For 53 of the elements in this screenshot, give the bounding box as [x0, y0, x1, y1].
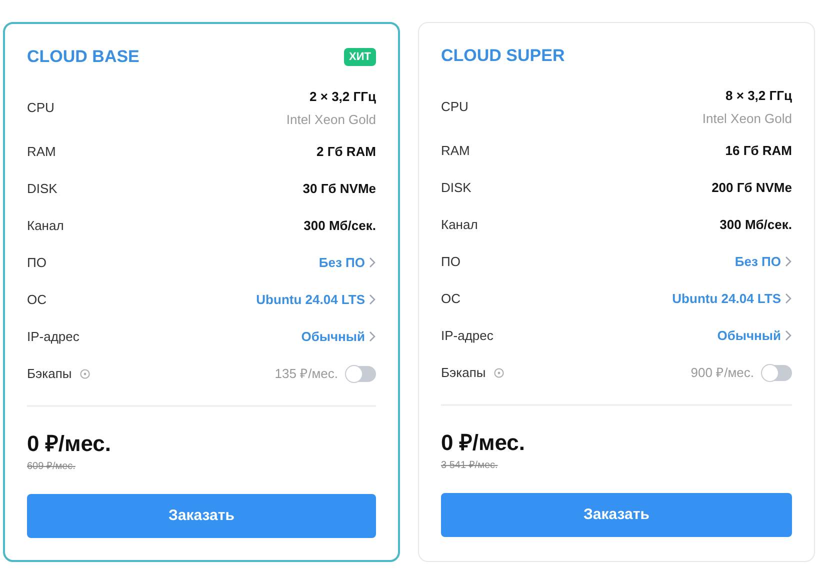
chevron-right-icon	[785, 330, 792, 341]
spec-label: ПО	[441, 252, 460, 271]
chevron-right-icon	[785, 256, 792, 267]
spec-label: Бэкапы	[441, 364, 486, 382]
option-link[interactable]: Ubuntu 24.04 LTS	[672, 288, 792, 308]
order-button[interactable]: Заказать	[27, 494, 376, 538]
spec-label: RAM	[441, 142, 470, 160]
spec-value: 16 Гб RAM	[725, 142, 792, 160]
spec-label: ПО	[27, 254, 46, 272]
chevron-right-icon	[369, 294, 376, 305]
spec-value: 2 Гб RAM	[316, 142, 376, 161]
spec-label: Канал	[27, 216, 64, 235]
spec-label: Бэкапы	[27, 364, 72, 383]
spec-value: 300 Мб/сек.	[304, 216, 376, 235]
plan-title: CLOUD BASE	[27, 46, 140, 68]
price: 0 ₽/мес.	[27, 431, 112, 457]
spec-label: ОС	[441, 290, 460, 308]
chevron-right-icon	[369, 331, 376, 342]
option-link[interactable]: Без ПО	[734, 252, 792, 272]
chevron-right-icon	[369, 257, 376, 268]
spec-note: Intel Xeon Gold	[702, 110, 792, 128]
spec-value: 8 × 3,2 ГГц	[726, 86, 792, 105]
option-link[interactable]: Обычный	[717, 326, 792, 346]
spec-label: DISK	[27, 180, 58, 198]
option-link[interactable]: Без ПО	[318, 252, 376, 272]
option-link[interactable]: Ubuntu 24.04 LTS	[256, 290, 376, 310]
order-button[interactable]: Заказать	[441, 493, 792, 537]
spec-label: IP-адрес	[27, 328, 80, 346]
spec-label: CPU	[441, 98, 468, 116]
backup-price: 135 ₽/мес.	[274, 364, 338, 383]
spec-value: 200 Гб NVMe	[712, 178, 792, 197]
spec-label: Канал	[441, 216, 478, 234]
spec-value: 2 × 3,2 ГГц	[310, 88, 376, 106]
plan-title: CLOUD SUPER	[441, 45, 565, 68]
spec-value: 30 Гб NVMe	[302, 180, 376, 198]
spec-label: RAM	[27, 142, 56, 161]
hit-badge: ХИТ	[344, 48, 376, 66]
option-link[interactable]: Обычный	[301, 326, 376, 346]
backup-toggle[interactable]	[762, 364, 792, 380]
spec-label: DISK	[441, 178, 472, 197]
chevron-right-icon	[785, 293, 792, 304]
spec-value: 300 Мб/сек.	[720, 216, 792, 234]
spec-label: ОС	[27, 290, 46, 309]
info-icon	[494, 368, 504, 378]
spec-label: CPU	[27, 99, 54, 118]
old-price: 3 541 ₽/мес.	[441, 459, 499, 473]
backup-toggle[interactable]	[346, 366, 376, 382]
backup-price: 900 ₽/мес.	[690, 364, 754, 382]
spec-note: Intel Xeon Gold	[286, 111, 376, 129]
price: 0 ₽/мес.	[441, 430, 526, 456]
spec-label: IP-адрес	[441, 326, 494, 345]
info-icon	[80, 368, 90, 378]
old-price: 609 ₽/мес.	[27, 460, 76, 474]
